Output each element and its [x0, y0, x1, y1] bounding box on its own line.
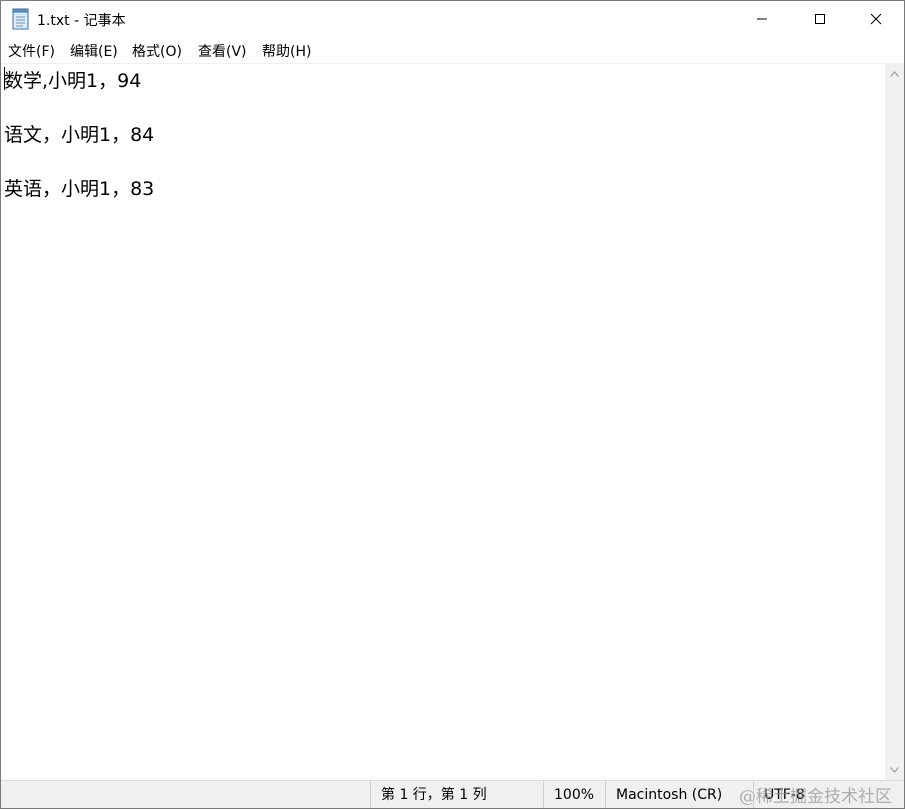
notepad-window: 1.txt - 记事本 文件(F) 编辑(E) 格式(O) 查看(V) 帮助(H…	[0, 0, 905, 809]
menu-format[interactable]: 格式(O)	[132, 41, 182, 61]
text-line: 英语，小明1，83	[4, 178, 155, 200]
close-button[interactable]	[847, 1, 904, 37]
vertical-scrollbar[interactable]	[885, 63, 904, 780]
maximize-icon	[815, 14, 825, 24]
title-bar[interactable]: 1.txt - 记事本	[1, 1, 904, 37]
chevron-up-icon	[890, 70, 899, 77]
maximize-button[interactable]	[791, 1, 849, 37]
text-editor[interactable]: 数学,小明1，94 语文，小明1，84 英语，小明1，83	[1, 63, 885, 781]
window-title: 1.txt - 记事本	[37, 13, 126, 29]
watermark: @稀土掘金技术社区	[739, 787, 892, 807]
text-line: 数学,小明1，94	[4, 70, 142, 92]
status-line-ending: Macintosh (CR)	[605, 781, 744, 808]
menu-view[interactable]: 查看(V)	[198, 41, 247, 61]
minimize-icon	[757, 18, 767, 20]
text-line: 语文，小明1，84	[4, 124, 155, 146]
notepad-icon	[11, 8, 31, 30]
minimize-button[interactable]	[733, 1, 791, 37]
chevron-down-icon	[890, 766, 899, 773]
close-icon	[870, 13, 882, 25]
menu-bar: 文件(F) 编辑(E) 格式(O) 查看(V) 帮助(H)	[1, 37, 904, 63]
scroll-down-button[interactable]	[885, 761, 904, 778]
status-zoom: 100%	[543, 781, 606, 808]
menu-help[interactable]: 帮助(H)	[262, 41, 311, 61]
scroll-up-button[interactable]	[885, 65, 904, 82]
menu-file[interactable]: 文件(F)	[8, 41, 55, 61]
status-cursor-position: 第 1 行，第 1 列	[370, 781, 545, 808]
menu-edit[interactable]: 编辑(E)	[70, 41, 118, 61]
